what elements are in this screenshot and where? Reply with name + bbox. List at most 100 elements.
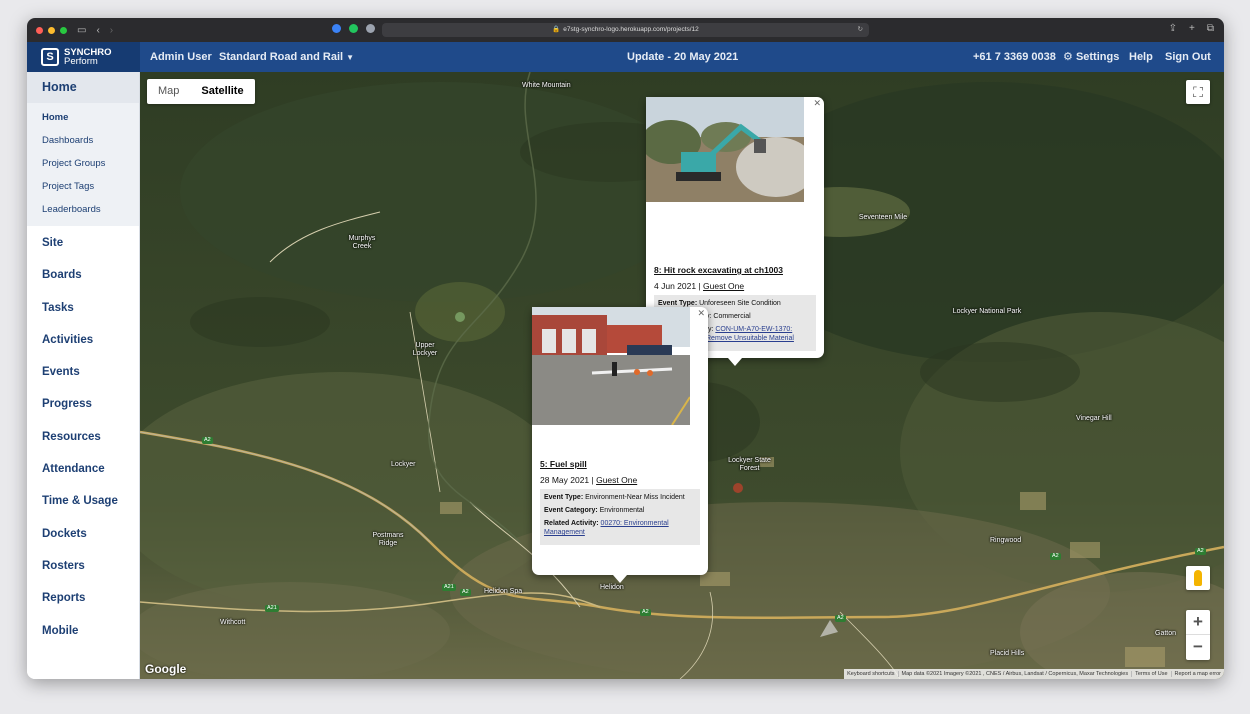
zoom-out-button[interactable]: −: [1186, 635, 1210, 660]
sidebar-item-activities[interactable]: Activities: [27, 324, 139, 356]
place-label: Lockyer State Forest: [728, 457, 771, 472]
zoom-in-button[interactable]: +: [1186, 610, 1210, 635]
sidebar-item-attendance[interactable]: Attendance: [27, 453, 139, 485]
place-label: Helidon Spa: [484, 588, 523, 595]
place-label: Seventeen Mile: [858, 214, 908, 221]
map-attribution: Keyboard shortcuts Map data ©2021 Imager…: [844, 669, 1224, 679]
place-label: Upper Lockyer: [412, 342, 438, 357]
event-photo-excavator[interactable]: [646, 97, 812, 236]
place-label: Ringwood: [990, 537, 1022, 544]
terms-of-use-link[interactable]: Terms of Use: [1131, 671, 1170, 677]
sidebar-nav: Home Home Dashboards Project Groups Proj…: [27, 72, 140, 679]
address-bar[interactable]: 🔒 e7stg-synchro-logo.herokuapp.com/projec…: [382, 23, 869, 37]
sidebar-subitem-dashboards[interactable]: Dashboards: [27, 130, 139, 153]
sidebar-item-tasks[interactable]: Tasks: [27, 292, 139, 324]
map-data-credit: Map data ©2021 Imagery ©2021 , CNES / Ai…: [897, 671, 1132, 677]
synchro-logo-icon: S: [41, 48, 59, 66]
sidebar-item-reports[interactable]: Reports: [27, 582, 139, 614]
event-title-link[interactable]: 8: Hit rock excavating at ch1003: [654, 265, 816, 275]
sidebar-item-rosters[interactable]: Rosters: [27, 550, 139, 582]
sidebar-item-site[interactable]: Site: [27, 227, 139, 259]
extension-icon[interactable]: [332, 24, 341, 33]
help-link[interactable]: Help: [1129, 42, 1153, 72]
event-category-label: Event Category:: [544, 507, 598, 514]
event-date-text: 4 Jun 2021: [654, 281, 697, 291]
fullscreen-exit-icon[interactable]: ⛶: [1186, 80, 1210, 104]
event-title-link[interactable]: 5: Fuel spill: [540, 459, 700, 469]
event-details: Event Type: Environment-Near Miss Incide…: [540, 489, 700, 545]
event-type-label: Event Type:: [658, 300, 698, 307]
report-map-error-link[interactable]: Report a map error: [1170, 671, 1224, 677]
event-author-link[interactable]: Guest One: [703, 281, 744, 291]
place-label: Vinegar Hill: [1076, 415, 1112, 422]
sidebar-subitem-leaderboards[interactable]: Leaderboards: [27, 199, 139, 222]
sidebar-subitem-project-tags[interactable]: Project Tags: [27, 176, 139, 199]
event-type-label: Event Type:: [544, 494, 584, 501]
tabs-overview-icon[interactable]: ⧉: [1207, 23, 1214, 34]
shield-icon[interactable]: [366, 24, 375, 33]
event-author-link[interactable]: Guest One: [596, 475, 637, 485]
related-activity-link[interactable]: Remove Unsuitable Material: [706, 335, 794, 342]
project-selector[interactable]: Standard Road and Rail ▼: [219, 42, 354, 72]
sidebar-item-mobile[interactable]: Mobile: [27, 615, 139, 647]
sidebar-item-time-usage[interactable]: Time & Usage: [27, 485, 139, 517]
lock-icon: 🔒: [552, 26, 561, 33]
satellite-map[interactable]: White Mountain Seventeen Mile Murphys Cr…: [140, 72, 1224, 679]
back-icon[interactable]: ‹: [96, 25, 99, 36]
sidebar-item-progress[interactable]: Progress: [27, 388, 139, 420]
brand-subname: Perform: [64, 56, 98, 67]
phone-number[interactable]: +61 7 3369 0038: [973, 42, 1056, 72]
event-category-value: y: Commercial: [706, 313, 751, 320]
road-shield: A2: [1195, 548, 1206, 555]
extension-icon[interactable]: [349, 24, 358, 33]
user-menu[interactable]: Admin User: [150, 42, 212, 72]
url-text: e7stg-synchro-logo.herokuapp.com/project…: [563, 26, 699, 33]
popup-pointer: [728, 358, 742, 366]
sidebar-item-events[interactable]: Events: [27, 356, 139, 388]
sidebar-item-boards[interactable]: Boards: [27, 259, 139, 291]
event-type-value: Environment-Near Miss Incident: [585, 494, 685, 501]
place-label: Helidon: [600, 584, 624, 591]
synchro-logo[interactable]: S SYNCHRO Perform: [27, 42, 140, 72]
share-icon[interactable]: ⇪: [1169, 23, 1177, 34]
close-icon[interactable]: ✕: [813, 98, 821, 109]
app-navbar: S SYNCHRO Perform Admin User Standard Roa…: [27, 42, 1224, 72]
browser-window: ▭ ‹ › 🔒 e7stg-synchro-logo.herokuapp.com/…: [27, 18, 1224, 679]
forward-icon[interactable]: ›: [110, 25, 113, 36]
gear-icon: ⚙: [1063, 51, 1073, 63]
map-type-satellite-button[interactable]: Satellite: [190, 79, 254, 104]
update-title: Update - 20 May 2021: [627, 51, 739, 63]
sidebar-submenu: Home Dashboards Project Groups Project T…: [27, 103, 139, 226]
place-label: White Mountain: [522, 82, 571, 89]
new-tab-icon[interactable]: +: [1189, 23, 1195, 34]
event-category-value: Environmental: [599, 507, 645, 514]
event-date: 4 Jun 2021 | Guest One: [654, 281, 745, 291]
event-photo-fuel-spill[interactable]: [532, 307, 698, 438]
zoom-window-button[interactable]: [60, 26, 67, 34]
sidebar-subitem-home[interactable]: Home: [27, 107, 139, 130]
sidebar-header-home[interactable]: Home: [27, 72, 139, 103]
related-activity-link[interactable]: CON-UM-A70-EW-1370:: [715, 326, 792, 333]
road-shield: A2: [460, 589, 471, 596]
map-type-map-button[interactable]: Map: [147, 79, 190, 104]
settings-link[interactable]: ⚙ Settings: [1063, 42, 1119, 72]
place-label: Gatton: [1155, 630, 1177, 637]
sidebar-toggle-icon[interactable]: ▭: [77, 25, 86, 36]
sidebar-subitem-project-groups[interactable]: Project Groups: [27, 153, 139, 176]
sign-out-link[interactable]: Sign Out: [1165, 42, 1211, 72]
road-shield: A21: [442, 584, 456, 591]
place-label: Placid Hills: [990, 650, 1025, 657]
road-shield: A2: [1050, 553, 1061, 560]
close-icon[interactable]: ✕: [697, 308, 705, 319]
street-view-pegman-icon[interactable]: [1186, 566, 1210, 590]
sidebar-item-dockets[interactable]: Dockets: [27, 518, 139, 550]
minimize-window-button[interactable]: [48, 26, 55, 34]
place-label: Murphys Creek: [348, 235, 376, 250]
place-label: Postmans Ridge: [372, 532, 404, 547]
close-window-button[interactable]: [36, 26, 43, 34]
sidebar-item-resources[interactable]: Resources: [27, 421, 139, 453]
reload-icon[interactable]: ↻: [858, 23, 863, 37]
extension-icons: [332, 24, 375, 33]
keyboard-shortcuts-link[interactable]: Keyboard shortcuts: [844, 671, 897, 677]
event-info-window: ✕ 5: Fuel spill 28 May 2021 | Guest One …: [532, 307, 708, 583]
